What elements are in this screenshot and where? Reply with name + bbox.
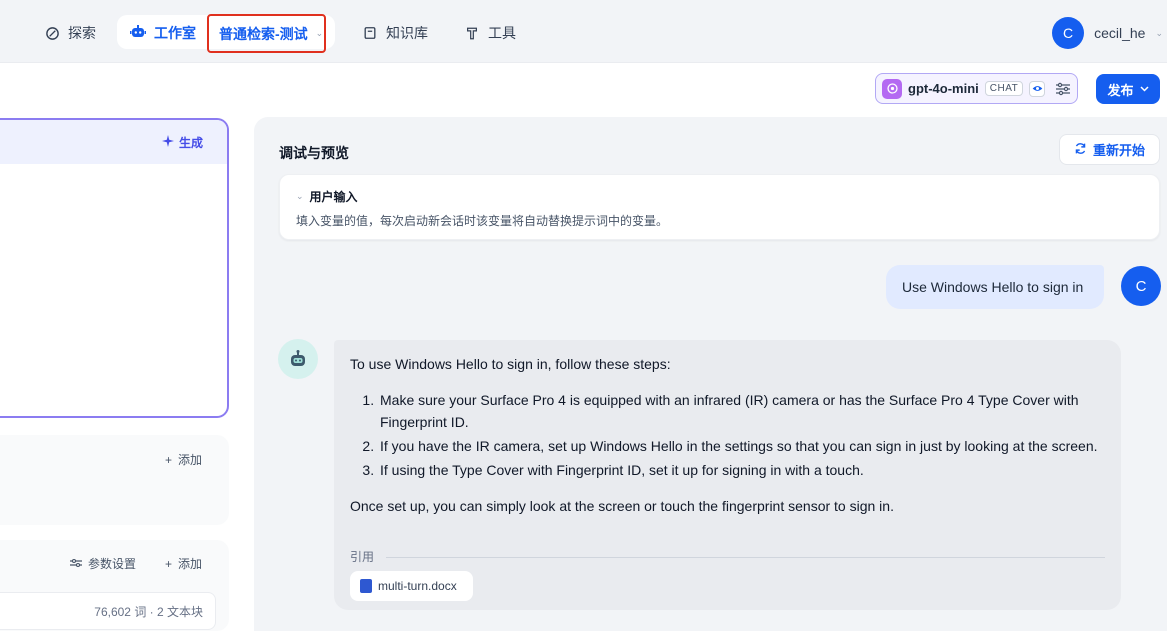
add-dataset-button[interactable]: + 添加	[165, 555, 202, 572]
restart-label: 重新开始	[1092, 143, 1145, 158]
chevron-down-icon: ⌄	[315, 28, 324, 38]
variables-section	[0, 435, 229, 525]
sliders-icon[interactable]	[1055, 82, 1071, 96]
citation-label: 引用	[350, 550, 375, 564]
answer-step: Make sure your Surface Pro 4 is equipped…	[378, 389, 1105, 433]
prompt-editor-header: 生成	[0, 120, 227, 164]
nav-explore[interactable]: 探索	[32, 17, 108, 49]
answer-intro: To use Windows Hello to sign in, follow …	[350, 356, 671, 372]
avatar: C	[1121, 266, 1161, 306]
plus-icon: +	[165, 556, 173, 571]
openai-icon	[882, 78, 902, 99]
model-name: gpt-4o-mini	[908, 81, 979, 96]
doc-icon	[360, 579, 372, 593]
answer-steps: Make sure your Surface Pro 4 is equipped…	[350, 389, 1105, 481]
explore-icon	[44, 25, 60, 41]
answer-step: If using the Type Cover with Fingerprint…	[378, 459, 1105, 481]
publish-button[interactable]: 发布	[1096, 74, 1160, 104]
tool-icon	[464, 25, 480, 41]
divider	[386, 556, 1105, 558]
eye-icon	[1029, 80, 1046, 97]
nav-knowledge[interactable]: 知识库	[350, 17, 440, 49]
chevron-down-icon	[1139, 84, 1149, 94]
param-settings-label: 参数设置	[88, 557, 137, 571]
param-settings-button[interactable]: 参数设置	[70, 555, 136, 572]
user-input-toggle[interactable]: ⌄ 用户输入	[296, 188, 358, 205]
user-input-description: 填入变量的值，每次启动新会话时该变量将自动替换提示词中的变量。	[296, 214, 669, 228]
chevron-down-icon: ⌄	[296, 191, 304, 201]
sparkle-icon	[161, 134, 174, 150]
dataset-meta: 76,602 词 · 2 文本块	[94, 604, 203, 619]
nav-knowledge-label: 知识库	[386, 25, 428, 41]
add-variable-button[interactable]: + 添加	[165, 451, 202, 468]
nav-tools-label: 工具	[488, 25, 516, 41]
user-input-card: ⌄ 用户输入 填入变量的值，每次启动新会话时该变量将自动替换提示词中的变量。	[279, 174, 1160, 240]
answer-outro: Once set up, you can simply look at the …	[350, 498, 894, 514]
avatar: C	[1052, 17, 1085, 49]
model-selector[interactable]: gpt-4o-mini CHAT	[875, 73, 1078, 104]
user-input-title: 用户输入	[309, 190, 358, 204]
publish-label: 发布	[1107, 82, 1134, 98]
current-app-name: 普通检索-测试	[219, 25, 308, 42]
nav-studio[interactable]: 工作室	[118, 17, 208, 49]
robot-icon	[130, 24, 146, 43]
book-icon	[362, 25, 378, 41]
nav-explore-label: 探索	[68, 25, 96, 41]
user-message: Use Windows Hello to sign in	[886, 265, 1104, 309]
plus-icon: +	[165, 452, 173, 467]
settings-icon	[70, 557, 82, 571]
prompt-editor[interactable]: 生成	[0, 118, 229, 418]
debug-title: 调试与预览	[279, 145, 349, 161]
dataset-item[interactable]: 76,602 词 · 2 文本块	[0, 592, 216, 630]
add-dataset-label: 添加	[178, 557, 203, 571]
nav-studio-label: 工作室	[154, 25, 196, 41]
model-mode-badge: CHAT	[984, 81, 1024, 96]
refresh-icon	[1074, 142, 1087, 158]
citation-header: 引用	[350, 546, 1105, 568]
citation-file-name: multi-turn.docx	[378, 579, 457, 593]
current-app-selector[interactable]: 普通检索-测试 ⌄	[207, 14, 326, 53]
citation-file[interactable]: multi-turn.docx	[350, 571, 473, 601]
answer-step: If you have the IR camera, set up Window…	[378, 435, 1105, 457]
add-variable-label: 添加	[178, 453, 203, 467]
user-name: cecil_he	[1094, 25, 1146, 41]
user-menu[interactable]: C cecil_he ⌄	[1052, 17, 1167, 49]
generate-label: 生成	[178, 135, 203, 150]
bot-avatar-icon	[278, 339, 318, 379]
restart-button[interactable]: 重新开始	[1059, 134, 1160, 165]
generate-button[interactable]: 生成	[161, 134, 203, 151]
assistant-message: To use Windows Hello to sign in, follow …	[334, 340, 1121, 610]
user-message-text: Use Windows Hello to sign in	[902, 279, 1084, 295]
chevron-down-icon: ⌄	[1155, 27, 1163, 38]
nav-tools[interactable]: 工具	[452, 17, 528, 49]
